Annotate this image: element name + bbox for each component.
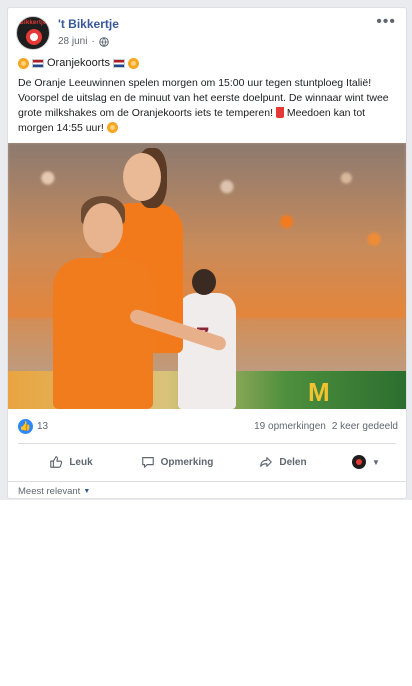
- globe-icon: [99, 36, 109, 47]
- post-photo[interactable]: M 7: [8, 143, 406, 409]
- dutch-flag-icon: [112, 58, 125, 68]
- post-meta: 28 juni ·: [58, 36, 109, 47]
- chevron-down-icon: ▼: [83, 488, 91, 495]
- lion-emoji-icon: [106, 122, 118, 133]
- player-hugging: [53, 196, 153, 409]
- like-button[interactable]: Leuk: [18, 455, 124, 469]
- more-icon[interactable]: •••: [376, 14, 396, 30]
- milkshake-cup-icon: [275, 107, 284, 118]
- like-button-label: Leuk: [69, 456, 93, 468]
- reactions-bar: 👍 13 19 opmerkingen 2 keer gedeeld: [18, 418, 398, 436]
- page-mini-avatar: [352, 455, 367, 469]
- comment-icon: [141, 457, 154, 468]
- page-avatar[interactable]: Bikkertje: [16, 16, 50, 50]
- post-header: Bikkertje 't Bikkertje 28 juni · •••: [16, 14, 398, 52]
- sponsor-logo: M: [308, 377, 330, 407]
- share-button[interactable]: Delen: [230, 455, 336, 469]
- feed-background: Bikkertje 't Bikkertje 28 juni · ••• Ora…: [0, 0, 412, 500]
- divider: [18, 443, 396, 444]
- comment-count-link[interactable]: 19 opmerkingen: [254, 421, 326, 432]
- thumbs-up-icon: [50, 456, 63, 468]
- thumbs-up-icon[interactable]: 👍: [18, 419, 33, 434]
- avatar-logo-text: Bikkertje: [19, 20, 47, 26]
- opponent-player: 7: [178, 269, 236, 409]
- action-bar: Leuk Opmerking Delen ▼: [18, 448, 396, 476]
- like-count[interactable]: 13: [37, 421, 48, 432]
- share-icon: [260, 457, 273, 467]
- post-body: De Oranje Leeuwinnen spelen morgen om 15…: [18, 76, 402, 136]
- post-title-text: Oranjekoorts: [47, 57, 110, 69]
- avatar-logo-mark: [26, 29, 42, 45]
- lion-emoji-icon: [18, 57, 29, 69]
- share-count-link[interactable]: 2 keer gedeeld: [332, 421, 398, 432]
- post-card: Bikkertje 't Bikkertje 28 juni · ••• Ora…: [7, 7, 407, 499]
- lion-emoji-icon: [127, 57, 139, 69]
- divider: [8, 481, 406, 482]
- comment-button-label: Opmerking: [160, 456, 214, 468]
- comment-sort-dropdown[interactable]: Meest relevant ▼: [18, 486, 90, 497]
- share-button-label: Delen: [279, 456, 307, 468]
- post-as-selector[interactable]: ▼: [336, 455, 396, 469]
- post-title: Oranjekoorts: [18, 57, 139, 69]
- dutch-flag-icon: [32, 58, 44, 68]
- post-date[interactable]: 28 juni: [58, 36, 87, 47]
- comment-sort-label: Meest relevant: [18, 486, 81, 497]
- engagement-stats: 19 opmerkingen 2 keer gedeeld: [254, 421, 398, 432]
- comment-button[interactable]: Opmerking: [124, 455, 230, 469]
- page-name-link[interactable]: 't Bikkertje: [58, 17, 119, 31]
- chevron-down-icon: ▼: [372, 457, 380, 467]
